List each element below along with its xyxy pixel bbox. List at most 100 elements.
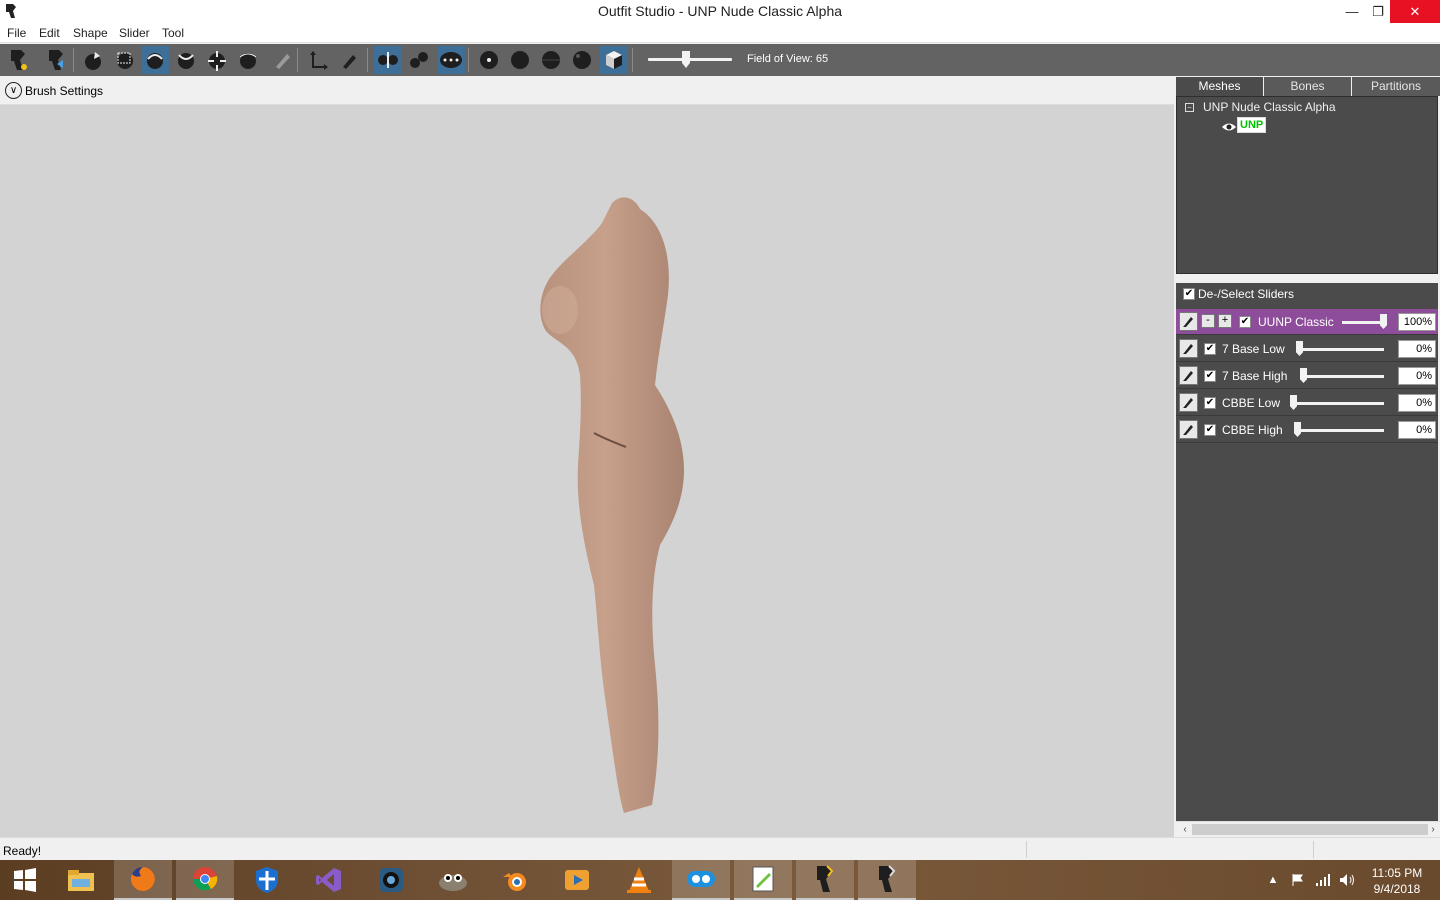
slider-value-field[interactable]: 100% — [1398, 313, 1436, 331]
horizontal-scrollbar[interactable]: ‹ › — [1176, 821, 1440, 836]
camera-app-icon[interactable] — [362, 860, 420, 900]
lighting-icon[interactable] — [568, 46, 596, 74]
slider-value-field[interactable]: 0% — [1398, 394, 1436, 412]
scrollbar-thumb[interactable] — [1192, 824, 1428, 835]
scroll-right-arrow-icon[interactable]: › — [1426, 823, 1440, 836]
firefox-icon[interactable] — [114, 860, 172, 900]
texture-cube-icon[interactable] — [600, 46, 628, 74]
chrome-icon[interactable] — [176, 860, 234, 900]
slider-track[interactable] — [1296, 348, 1384, 351]
file-explorer-icon[interactable] — [52, 860, 110, 900]
slider-track[interactable] — [1342, 321, 1386, 324]
action-center-flag-icon[interactable] — [1288, 860, 1308, 900]
bodyslide-taskbar-icon[interactable] — [858, 860, 916, 900]
tree-collapse-icon[interactable]: − — [1185, 103, 1194, 112]
brush-settings-toggle-icon[interactable]: ∨ — [5, 82, 22, 99]
slider-row[interactable]: ✔ CBBE High 0% — [1176, 417, 1438, 443]
scroll-left-arrow-icon[interactable]: ‹ — [1178, 823, 1192, 836]
connected-only-icon[interactable] — [405, 46, 433, 74]
edit-slider-pencil-icon[interactable] — [1179, 366, 1198, 385]
menu-slider[interactable]: Slider — [119, 26, 150, 40]
security-shield-icon[interactable] — [238, 860, 296, 900]
slider-value-field[interactable]: 0% — [1398, 367, 1436, 385]
slider-minus-button[interactable]: - — [1201, 314, 1215, 328]
slider-value-field[interactable]: 0% — [1398, 340, 1436, 358]
x-mirror-icon[interactable] — [374, 46, 402, 74]
deflate-brush-icon[interactable] — [172, 46, 200, 74]
show-bones-icon[interactable] — [506, 46, 534, 74]
show-nodes-icon[interactable] — [475, 46, 503, 74]
field-of-view-slider-thumb[interactable] — [682, 51, 690, 68]
deselect-sliders-row: ✔ De-/Select Sliders — [1176, 283, 1438, 305]
slider-row[interactable]: ✔ 7 Base High 0% — [1176, 363, 1438, 389]
slider-checkbox[interactable]: ✔ — [1204, 424, 1216, 436]
move-brush-icon[interactable] — [203, 46, 231, 74]
edit-slider-pencil-icon[interactable] — [1179, 339, 1198, 358]
slider-row[interactable]: ✔ CBBE Low 0% — [1176, 390, 1438, 416]
slider-checkbox[interactable]: ✔ — [1204, 397, 1216, 409]
tab-bones[interactable]: Bones — [1264, 77, 1351, 96]
remote-desktop-icon[interactable] — [672, 860, 730, 900]
pivot-edit-icon[interactable] — [335, 46, 363, 74]
slider-thumb[interactable] — [1290, 395, 1297, 410]
edit-slider-pencil-icon[interactable] — [1179, 420, 1198, 439]
deselect-sliders-label[interactable]: De-/Select Sliders — [1198, 287, 1294, 301]
open-project-icon[interactable] — [42, 46, 70, 74]
wireframe-icon[interactable] — [537, 46, 565, 74]
body-mesh-render[interactable] — [0, 105, 1174, 837]
maximize-button[interactable]: ❐ — [1363, 0, 1393, 23]
inflate-brush-icon[interactable] — [141, 46, 169, 74]
mesh-item-unp[interactable]: UNP — [1237, 117, 1267, 133]
edit-slider-pencil-icon[interactable] — [1179, 393, 1198, 412]
slider-track[interactable] — [1290, 402, 1384, 405]
slider-thumb[interactable] — [1296, 341, 1303, 356]
3d-viewport[interactable] — [0, 105, 1174, 837]
menu-tool[interactable]: Tool — [162, 26, 184, 40]
tab-partitions[interactable]: Partitions — [1352, 77, 1440, 96]
window-title: Outfit Studio - UNP Nude Classic Alpha — [597, 3, 843, 19]
slider-track[interactable] — [1300, 375, 1384, 378]
show-hidden-icons-chevron-icon[interactable]: ▲ — [1264, 860, 1282, 900]
visual-studio-icon[interactable] — [300, 860, 358, 900]
smooth-brush-icon[interactable] — [234, 46, 262, 74]
volume-icon[interactable] — [1336, 860, 1358, 900]
notepad-plus-plus-icon[interactable] — [734, 860, 792, 900]
new-project-icon[interactable] — [4, 46, 32, 74]
blender-icon[interactable] — [486, 860, 544, 900]
select-brush-icon[interactable] — [79, 46, 107, 74]
media-player-icon[interactable] — [548, 860, 606, 900]
slider-checkbox[interactable]: ✔ — [1239, 316, 1251, 328]
slider-row[interactable]: - + ✔ UUNP Classic 100% — [1176, 309, 1438, 335]
menu-edit[interactable]: Edit — [39, 26, 60, 40]
start-windows-icon[interactable] — [0, 860, 50, 900]
weight-brush-icon[interactable] — [268, 46, 296, 74]
visibility-eye-icon[interactable] — [1221, 121, 1237, 135]
outfit-studio-taskbar-icon[interactable] — [796, 860, 854, 900]
taskbar-clock[interactable]: 11:05 PM 9/4/2018 — [1362, 865, 1432, 897]
deselect-sliders-checkbox[interactable]: ✔ — [1183, 288, 1195, 300]
transform-icon[interactable] — [304, 46, 332, 74]
slider-thumb[interactable] — [1300, 368, 1307, 383]
brush-settings-bar: ∨ Brush Settings — [0, 76, 1174, 105]
slider-track[interactable] — [1294, 429, 1384, 432]
slider-checkbox[interactable]: ✔ — [1204, 343, 1216, 355]
vlc-icon[interactable] — [610, 860, 668, 900]
edit-slider-pencil-icon[interactable] — [1179, 312, 1198, 331]
field-of-view-slider[interactable] — [648, 58, 732, 61]
menu-shape[interactable]: Shape — [73, 26, 108, 40]
slider-plus-button[interactable]: + — [1218, 314, 1232, 328]
network-icon[interactable] — [1312, 860, 1334, 900]
tree-root-project[interactable]: UNP Nude Classic Alpha — [1203, 100, 1336, 114]
slider-value-field[interactable]: 0% — [1398, 421, 1436, 439]
slider-thumb[interactable] — [1380, 314, 1387, 329]
slider-checkbox[interactable]: ✔ — [1204, 370, 1216, 382]
menu-file[interactable]: File — [7, 26, 26, 40]
brush-settings-label[interactable]: Brush Settings — [25, 84, 103, 98]
slider-row[interactable]: ✔ 7 Base Low 0% — [1176, 336, 1438, 362]
global-brush-icon[interactable] — [437, 46, 465, 74]
mask-brush-icon[interactable] — [111, 46, 139, 74]
slider-thumb[interactable] — [1294, 422, 1301, 437]
tab-meshes[interactable]: Meshes — [1176, 77, 1263, 96]
close-button[interactable]: ✕ — [1390, 0, 1440, 23]
gimp-icon[interactable] — [424, 860, 482, 900]
